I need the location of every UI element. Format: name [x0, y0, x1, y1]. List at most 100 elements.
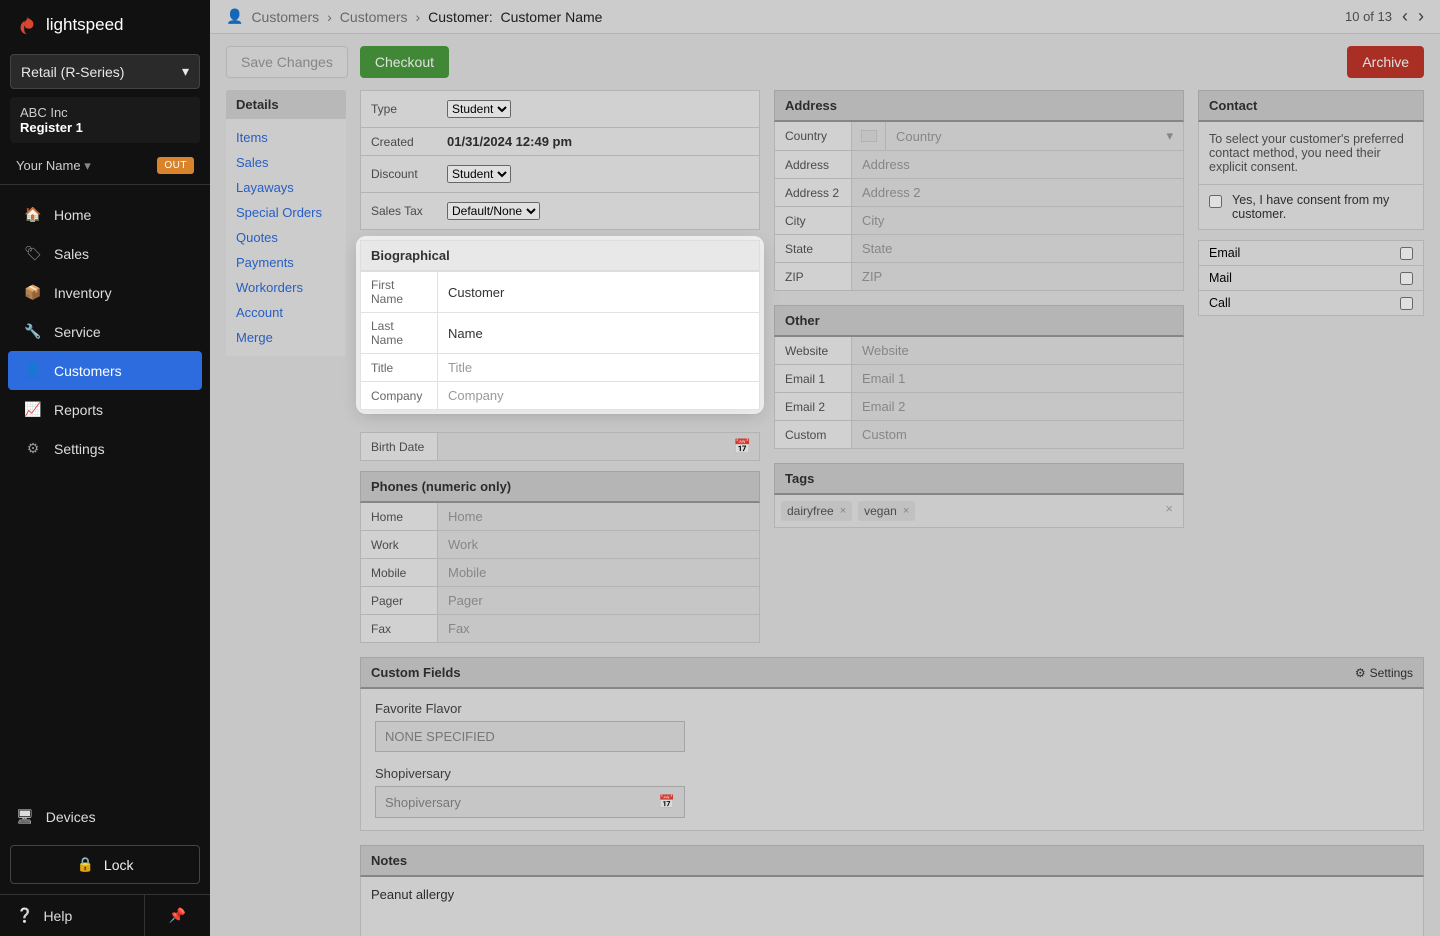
nav-reports[interactable]: 📈Reports [8, 390, 202, 429]
city-input[interactable] [851, 207, 1183, 234]
address2-input[interactable] [851, 179, 1183, 206]
subnav-items[interactable]: Items [226, 125, 346, 150]
lastname-input[interactable] [437, 313, 759, 353]
user-icon: 👤 [24, 362, 42, 379]
nav-devices[interactable]: 🖥Devices [0, 796, 210, 837]
phone-fax-input[interactable] [437, 615, 759, 642]
lock-button[interactable]: 🔒 Lock [10, 845, 200, 884]
subnav-merge[interactable]: Merge [226, 325, 346, 350]
help-button[interactable]: ❔Help [0, 895, 145, 936]
phone-work-input[interactable] [437, 531, 759, 558]
monitor-icon: 🖥 [16, 808, 34, 825]
phone-mobile-input[interactable] [437, 559, 759, 586]
subnav-quotes[interactable]: Quotes [226, 225, 346, 250]
nav-label: Inventory [54, 285, 112, 301]
company-input[interactable] [437, 382, 759, 409]
custom-fields-settings-link[interactable]: ⚙Settings [1355, 666, 1413, 680]
lock-label: Lock [104, 857, 134, 873]
pager-prev[interactable]: ‹ [1402, 6, 1408, 27]
pager-count: 10 of 13 [1345, 9, 1392, 24]
nav-label: Home [54, 207, 91, 223]
save-button[interactable]: Save Changes [226, 46, 348, 78]
tag-remove-icon[interactable]: × [903, 505, 909, 517]
archive-button[interactable]: Archive [1347, 46, 1424, 78]
location-box[interactable]: ABC Inc Register 1 [10, 97, 200, 143]
shopiversary-input[interactable]: Shopiversary📅 [375, 786, 685, 818]
consent-checkbox[interactable] [1209, 195, 1222, 208]
type-label: Type [361, 91, 437, 127]
pref-email-checkbox[interactable] [1400, 247, 1413, 260]
tag-label: dairyfree [787, 504, 834, 518]
state-label: State [775, 235, 851, 262]
biographical-header: Biographical [360, 240, 760, 272]
breadcrumb-root[interactable]: Customers [251, 9, 319, 25]
chevron-down-icon: ▾ [182, 63, 189, 80]
website-input[interactable] [851, 337, 1183, 364]
subnav-sales[interactable]: Sales [226, 150, 346, 175]
subnav-special-orders[interactable]: Special Orders [226, 200, 346, 225]
nav-sales[interactable]: 🏷Sales [8, 234, 202, 273]
custom-fields-title: Custom Fields [371, 665, 461, 680]
email1-input[interactable] [851, 365, 1183, 392]
lock-icon: 🔒 [76, 856, 93, 873]
title-input[interactable] [437, 354, 759, 381]
checkout-button[interactable]: Checkout [360, 46, 449, 78]
discount-select[interactable]: Student [447, 165, 511, 183]
clock-out-badge[interactable]: OUT [157, 157, 194, 174]
contact-description: To select your customer's preferred cont… [1198, 122, 1424, 185]
email2-input[interactable] [851, 393, 1183, 420]
flag-icon [851, 122, 885, 150]
phone-pager-input[interactable] [437, 587, 759, 614]
calendar-icon[interactable]: 📅 [734, 438, 751, 455]
pref-call-checkbox[interactable] [1400, 297, 1413, 310]
address-input[interactable] [851, 151, 1183, 178]
favorite-flavor-select[interactable]: NONE SPECIFIED [375, 721, 685, 752]
nav-settings[interactable]: ⚙Settings [8, 429, 202, 468]
subnav-payments[interactable]: Payments [226, 250, 346, 275]
flame-icon [16, 14, 38, 36]
nav-inventory[interactable]: 📦Inventory [8, 273, 202, 312]
salestax-select[interactable]: Default/None [447, 202, 540, 220]
user-name[interactable]: Your Name [16, 158, 81, 173]
nav-customers[interactable]: 👤Customers [8, 351, 202, 390]
nav-label: Service [54, 324, 101, 340]
state-input[interactable] [851, 235, 1183, 262]
product-selector[interactable]: Retail (R-Series) ▾ [10, 54, 200, 89]
other-header: Other [774, 305, 1184, 337]
type-select[interactable]: Student [447, 100, 511, 118]
phone-home-label: Home [361, 503, 437, 530]
custom-input[interactable] [851, 421, 1183, 448]
notes-textarea[interactable]: Peanut allergy [360, 877, 1424, 936]
nav-service[interactable]: 🔧Service [8, 312, 202, 351]
subnav-layaways[interactable]: Layaways [226, 175, 346, 200]
custom-fields-settings-label: Settings [1370, 666, 1413, 680]
email1-label: Email 1 [775, 365, 851, 392]
calendar-icon[interactable]: 📅 [659, 794, 675, 810]
phone-fax-label: Fax [361, 615, 437, 642]
breadcrumb: 👤 Customers › Customers › Customer: Cust… [226, 8, 602, 25]
pref-mail-checkbox[interactable] [1400, 272, 1413, 285]
register-name: Register 1 [20, 120, 190, 135]
phone-home-input[interactable] [437, 503, 759, 530]
breadcrumb-section[interactable]: Customers [340, 9, 408, 25]
tag-remove-icon[interactable]: × [840, 505, 846, 517]
country-select[interactable]: Country▾ [885, 122, 1183, 150]
pager-next[interactable]: › [1418, 6, 1424, 27]
subnav-workorders[interactable]: Workorders [226, 275, 346, 300]
subnav-account[interactable]: Account [226, 300, 346, 325]
tags-clear-icon[interactable]: × [1165, 501, 1177, 521]
country-label: Country [775, 122, 851, 150]
company-label: Company [361, 382, 437, 409]
firstname-input[interactable] [437, 272, 759, 312]
nav-label: Settings [54, 441, 105, 457]
company-name: ABC Inc [20, 105, 190, 120]
zip-label: ZIP [775, 263, 851, 290]
custom-fields-header: Custom Fields ⚙Settings [360, 657, 1424, 689]
tags-input[interactable]: dairyfree× vegan× × [774, 495, 1184, 528]
phone-mobile-label: Mobile [361, 559, 437, 586]
nav-home[interactable]: 🏠Home [8, 195, 202, 234]
pin-button[interactable]: 📌 [145, 895, 210, 936]
birthdate-input[interactable] [446, 433, 734, 460]
zip-input[interactable] [851, 263, 1183, 290]
tag-chip: dairyfree × [781, 501, 852, 521]
